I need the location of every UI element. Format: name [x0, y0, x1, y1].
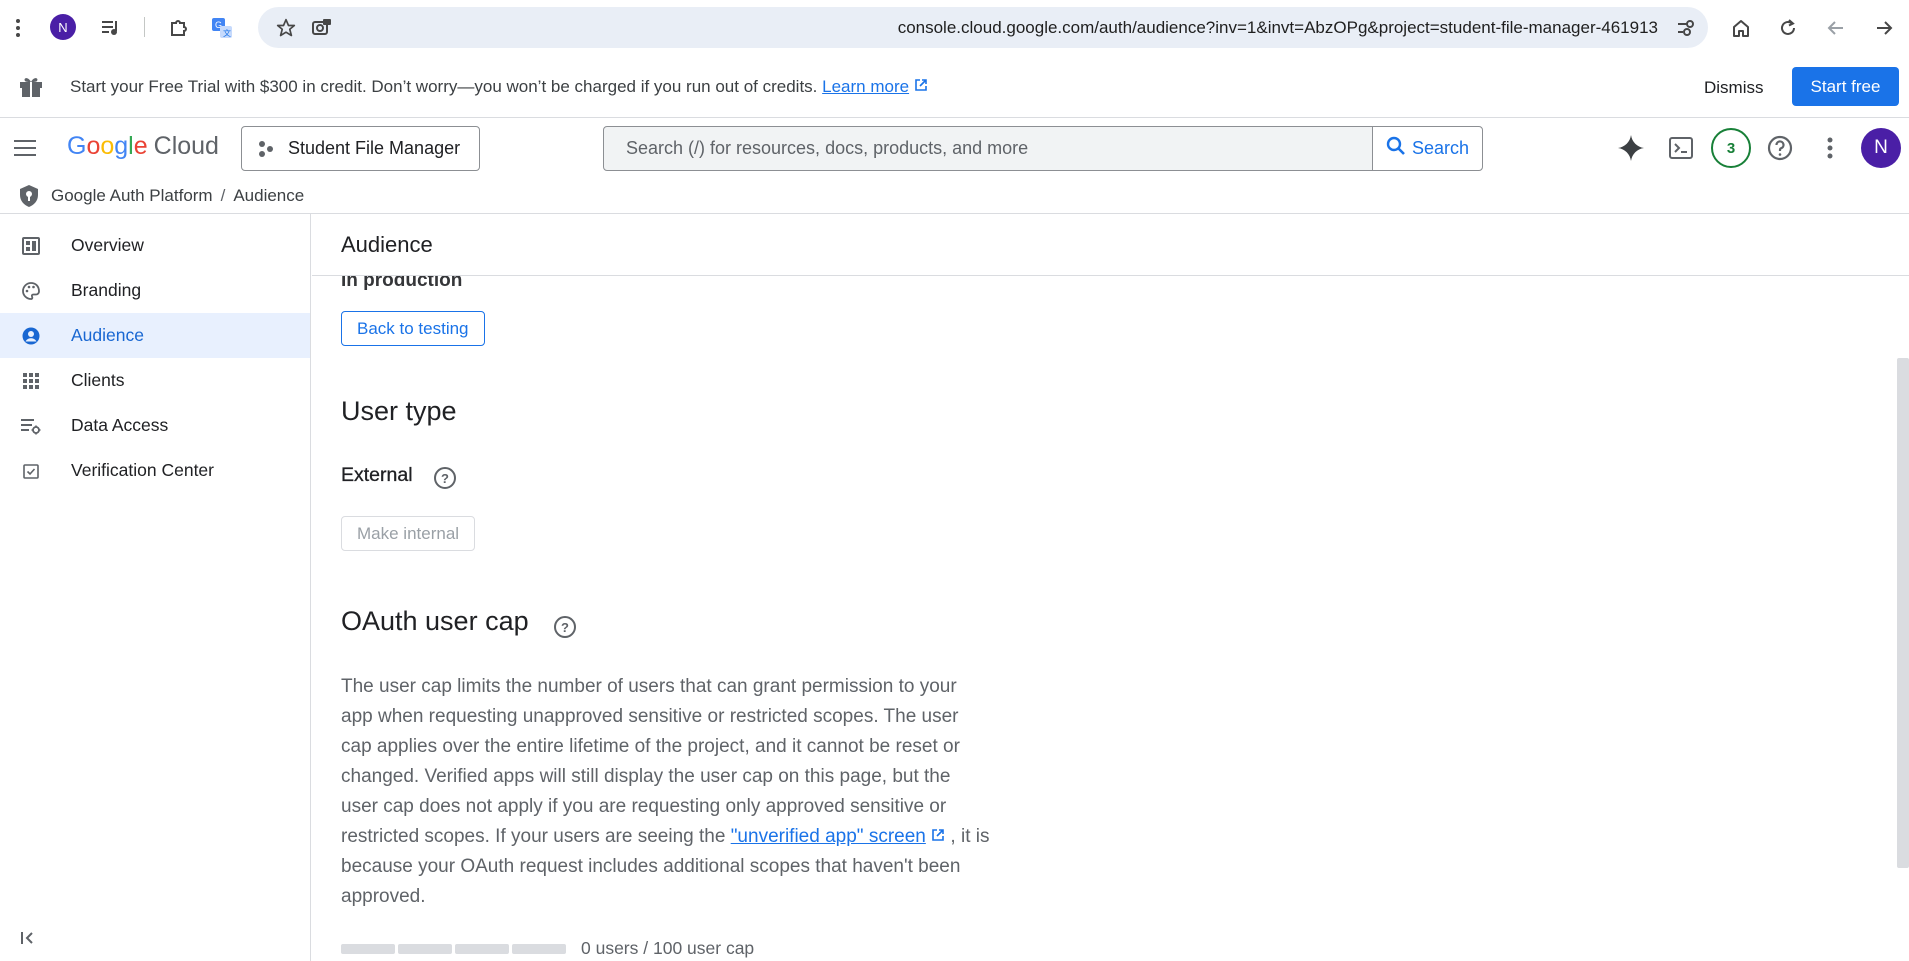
sidebar-item-branding[interactable]: Branding [0, 268, 310, 313]
url-text: console.cloud.google.com/auth/audience?i… [897, 18, 1658, 37]
sidebar-item-verification-center[interactable]: Verification Center [0, 448, 310, 493]
user-type-heading: User type [341, 396, 457, 426]
oauth-user-cap-help-icon[interactable]: ? [554, 616, 576, 638]
sidebar-item-label: Overview [71, 235, 144, 255]
more-options-icon[interactable] [1812, 130, 1848, 166]
page-scrollbar[interactable] [1897, 358, 1909, 868]
check-box-icon [20, 460, 42, 482]
gemini-sparkle-icon[interactable] [1613, 130, 1649, 166]
address-bar[interactable]: console.cloud.google.com/auth/audience?i… [258, 7, 1708, 48]
page-header: Audience [312, 214, 1909, 276]
bookmark-star-icon[interactable] [272, 14, 300, 42]
collapse-sidebar-icon[interactable] [20, 930, 36, 950]
project-picker-button[interactable]: Student File Manager [241, 126, 480, 171]
cloud-shell-terminal-icon[interactable] [1663, 130, 1699, 166]
main-menu-icon[interactable] [12, 134, 40, 162]
publishing-status: In production [341, 276, 463, 291]
media-playlist-icon[interactable] [97, 14, 125, 42]
user-type-help-icon[interactable]: ? [434, 467, 456, 489]
sidebar-item-label: Verification Center [71, 460, 214, 480]
sidebar-item-clients[interactable]: Clients [0, 358, 310, 403]
apps-grid-icon [20, 370, 42, 392]
user-type-value: External [341, 464, 413, 486]
notifications-badge[interactable]: 3 [1711, 128, 1751, 168]
start-free-button[interactable]: Start free [1792, 67, 1899, 106]
browser-menu-icon[interactable] [4, 14, 32, 42]
trial-message: Start your Free Trial with $300 in credi… [70, 77, 928, 97]
description-text-1: The user cap limits the number of users … [341, 676, 960, 847]
dashboard-icon [20, 235, 42, 257]
search-button-label: Search [1411, 138, 1470, 158]
user-cap-description: The user cap limits the number of users … [341, 672, 991, 912]
sidebar-item-label: Clients [71, 370, 125, 390]
free-trial-banner: Start your Free Trial with $300 in credi… [0, 55, 1909, 118]
gift-icon [18, 73, 44, 104]
browser-profile-avatar[interactable]: N [50, 14, 76, 40]
cloud-console-header: Google Cloud Student File Manager Search … [0, 118, 1909, 178]
unverified-app-screen-link[interactable]: "unverified app" screen [731, 826, 926, 847]
home-icon[interactable] [1727, 14, 1755, 42]
project-name: Student File Manager [288, 138, 461, 158]
trial-message-text: Start your Free Trial with $300 in credi… [70, 77, 818, 96]
sidebar-item-label: Data Access [71, 415, 169, 435]
breadcrumb-separator: / [220, 186, 226, 205]
logo-cloud-text: Cloud [153, 132, 219, 160]
tune-settings-icon [20, 415, 42, 437]
forward-arrow-icon[interactable] [1870, 14, 1898, 42]
palette-icon [20, 280, 42, 302]
search-button[interactable]: Search [1372, 127, 1482, 170]
user-cap-progress-bar [341, 944, 566, 954]
search-input[interactable] [604, 127, 1372, 170]
dismiss-button[interactable]: Dismiss [1690, 70, 1778, 106]
search-icon [1386, 136, 1406, 161]
make-internal-button[interactable]: Make internal [341, 516, 476, 551]
oauth-user-cap-heading: OAuth user cap [341, 606, 529, 636]
browser-toolbar: N G文 console.cloud.google.com/auth/audie… [0, 0, 1909, 55]
external-link-icon [926, 826, 945, 847]
page-title: Audience [341, 232, 433, 257]
external-link-icon [914, 77, 928, 96]
sidebar-item-label: Audience [71, 325, 144, 345]
extensions-puzzle-icon[interactable] [165, 14, 193, 42]
back-arrow-icon[interactable] [1822, 14, 1850, 42]
project-hierarchy-icon [258, 140, 276, 158]
tab-capture-icon[interactable] [308, 14, 336, 42]
svg-text:文: 文 [223, 28, 231, 38]
breadcrumb-current: Audience [233, 186, 305, 205]
google-cloud-logo[interactable]: Google Cloud [67, 132, 219, 161]
breadcrumb: Google Auth Platform / Audience [0, 178, 1909, 214]
sidebar: Overview Branding Audience Clients Data … [0, 214, 311, 961]
translate-icon[interactable]: G文 [208, 14, 236, 42]
account-avatar[interactable]: N [1861, 128, 1901, 168]
main-content: In production Back to testing User type … [341, 276, 1891, 961]
site-settings-icon[interactable] [1672, 14, 1700, 42]
sidebar-item-label: Branding [71, 280, 142, 300]
search-bar: Search [603, 126, 1483, 171]
account-circle-icon [20, 325, 42, 347]
back-to-testing-button[interactable]: Back to testing [341, 311, 485, 346]
help-icon[interactable] [1762, 130, 1798, 166]
toolbar-divider [144, 17, 145, 37]
shield-icon [18, 184, 40, 213]
sidebar-item-data-access[interactable]: Data Access [0, 403, 310, 448]
sidebar-item-audience[interactable]: Audience [0, 313, 310, 358]
reload-icon[interactable] [1774, 14, 1802, 42]
user-cap-usage: 0 users / 100 user cap [581, 938, 755, 958]
sidebar-item-overview[interactable]: Overview [0, 223, 310, 268]
learn-more-link[interactable]: Learn more [822, 77, 909, 96]
breadcrumb-parent[interactable]: Google Auth Platform [51, 186, 213, 205]
